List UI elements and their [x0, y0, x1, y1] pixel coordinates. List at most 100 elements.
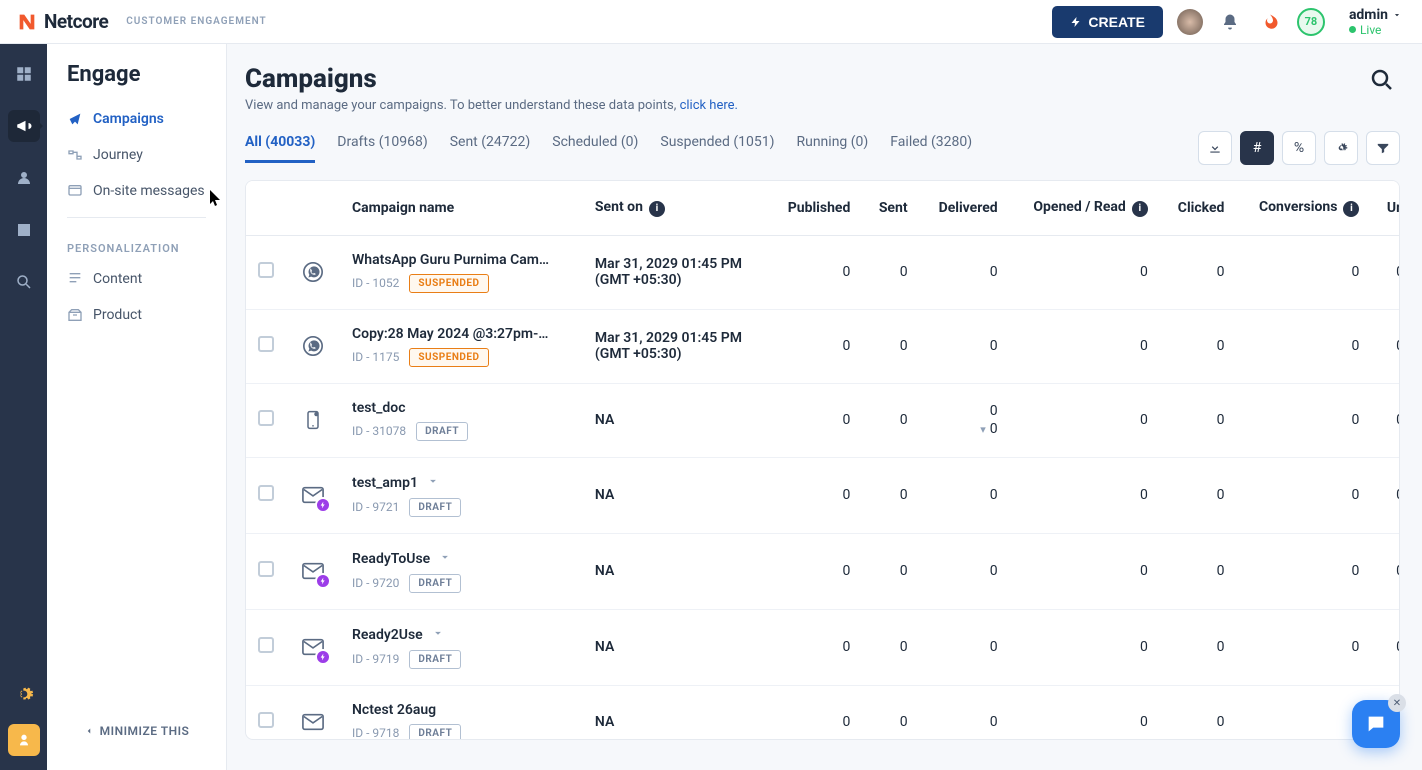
sidebar-title: Engage: [47, 62, 226, 101]
chat-close-button[interactable]: ✕: [1388, 694, 1406, 712]
table-row[interactable]: test_amp1 ID - 9721 DRAFT NA 0 0 0 0 0 0…: [246, 457, 1400, 533]
admin-name: admin: [1349, 7, 1388, 23]
cell-sent-on: Mar 31, 2029 01:45 PM(GMT +05:30): [583, 309, 769, 383]
col-opened[interactable]: Opened / Readi: [1010, 181, 1160, 235]
tab-3[interactable]: Scheduled (0): [552, 134, 638, 163]
cell-delivered: 0: [920, 309, 1010, 383]
campaign-id: ID - 9718: [352, 726, 399, 740]
table-header-row: Campaign name Sent oni Published Sent De…: [246, 181, 1400, 235]
person-icon: [16, 732, 32, 748]
chat-icon: [1365, 713, 1387, 735]
cell-un: 0: [1371, 309, 1400, 383]
cell-published: 0: [768, 457, 862, 533]
fire-button[interactable]: [1257, 9, 1283, 35]
admin-menu[interactable]: admin Live: [1349, 7, 1402, 37]
click-here-link[interactable]: click here.: [680, 98, 738, 113]
gear-icon: [1334, 141, 1348, 155]
rail-help[interactable]: [8, 724, 40, 756]
campaign-id: ID - 9720: [352, 576, 399, 590]
tab-1[interactable]: Drafts (10968): [337, 134, 427, 163]
table-row[interactable]: test_doc ID - 31078 DRAFT NA 0 0 0▾0 0 0…: [246, 383, 1400, 457]
cell-published: 0: [768, 609, 862, 685]
campaign-id: ID - 31078: [352, 424, 406, 438]
chevron-down-icon[interactable]: [426, 474, 440, 492]
chat-widget[interactable]: ✕: [1352, 700, 1400, 748]
col-sent-on[interactable]: Sent oni: [583, 181, 769, 235]
funnel-icon: ▾: [980, 423, 986, 436]
chevron-down-icon[interactable]: [438, 550, 452, 568]
sidebar-item-campaigns[interactable]: Campaigns: [47, 101, 226, 137]
sidebar-item-product[interactable]: Product: [47, 297, 226, 333]
tab-5[interactable]: Running (0): [796, 134, 868, 163]
tab-2[interactable]: Sent (24722): [450, 134, 531, 163]
table-row[interactable]: Copy:28 May 2024 @3:27pm-… ID - 1175 SUS…: [246, 309, 1400, 383]
bell-icon: [1221, 13, 1239, 31]
hash-toggle[interactable]: #: [1240, 131, 1274, 165]
rail-reports[interactable]: [8, 214, 40, 246]
col-clicked[interactable]: Clicked: [1160, 181, 1237, 235]
percent-toggle[interactable]: %: [1282, 131, 1316, 165]
cell-opened: 0: [1010, 533, 1160, 609]
rail-engage[interactable]: [8, 110, 40, 142]
table-row[interactable]: WhatsApp Guru Purnima Camp… ID - 1052 SU…: [246, 235, 1400, 309]
cell-clicked: 0: [1160, 383, 1237, 457]
table-row[interactable]: Ready2Use ID - 9719 DRAFT NA 0 0 0 0 0 0…: [246, 609, 1400, 685]
search-button[interactable]: [1364, 62, 1400, 98]
row-checkbox[interactable]: [258, 561, 274, 577]
cell-sent: 0: [862, 609, 919, 685]
row-checkbox[interactable]: [258, 336, 274, 352]
download-button[interactable]: [1198, 131, 1232, 165]
download-icon: [1208, 141, 1222, 155]
rail-settings[interactable]: [8, 678, 40, 710]
tab-6[interactable]: Failed (3280): [890, 134, 972, 163]
rail-dashboard[interactable]: [8, 58, 40, 90]
sidebar-item-content[interactable]: Content: [47, 261, 226, 297]
tabs-row: All (40033) Drafts (10968) Sent (24722) Sch…: [245, 131, 1400, 166]
status-badge: DRAFT: [409, 498, 461, 517]
megaphone-icon: [15, 117, 33, 135]
settings-button[interactable]: [1324, 131, 1358, 165]
tab-0[interactable]: All (40033): [245, 134, 315, 163]
rail-search[interactable]: [8, 266, 40, 298]
page-title: Campaigns: [245, 64, 1400, 94]
row-checkbox[interactable]: [258, 262, 274, 278]
sidebar-item-journey[interactable]: Journey: [47, 137, 226, 173]
col-campaign-name[interactable]: Campaign name: [340, 181, 583, 235]
logo[interactable]: Netcore: [16, 10, 108, 33]
sidebar-item-onsite[interactable]: On-site messages: [47, 173, 226, 209]
filter-button[interactable]: [1366, 131, 1400, 165]
col-sent[interactable]: Sent: [862, 181, 919, 235]
report-icon: [15, 221, 33, 239]
create-button[interactable]: CREATE: [1052, 6, 1163, 38]
cell-delivered: 0: [920, 457, 1010, 533]
table-row[interactable]: ReadyToUse ID - 9720 DRAFT NA 0 0 0 0 0 …: [246, 533, 1400, 609]
row-checkbox[interactable]: [258, 485, 274, 501]
score-badge[interactable]: 78: [1297, 8, 1325, 36]
chevron-left-icon: [84, 726, 94, 736]
cell-delivered: 0: [920, 235, 1010, 309]
row-checkbox[interactable]: [258, 410, 274, 426]
col-published[interactable]: Published: [768, 181, 862, 235]
col-conversions[interactable]: Conversionsi: [1236, 181, 1371, 235]
row-checkbox[interactable]: [258, 712, 274, 728]
col-un[interactable]: Un: [1371, 181, 1400, 235]
col-delivered[interactable]: Delivered: [920, 181, 1010, 235]
cell-sent: 0: [862, 457, 919, 533]
cell-un: 0: [1371, 383, 1400, 457]
rail-audience[interactable]: [8, 162, 40, 194]
cell-clicked: 0: [1160, 457, 1237, 533]
user-avatar-small[interactable]: [1177, 9, 1203, 35]
cell-conversions: 0: [1236, 383, 1371, 457]
personalization-label: PERSONALIZATION: [47, 226, 226, 261]
lightning-icon: [1070, 15, 1082, 29]
row-checkbox[interactable]: [258, 637, 274, 653]
campaign-name: Ready2Use: [352, 627, 423, 643]
minimize-button[interactable]: MINIMIZE THIS: [47, 710, 226, 752]
chevron-down-icon[interactable]: [431, 626, 445, 644]
notifications-button[interactable]: [1217, 9, 1243, 35]
users-icon: [15, 169, 33, 187]
campaign-icon: [67, 111, 83, 127]
table-row[interactable]: Nctest 26aug ID - 9718 DRAFT NA 0 0 0 0 …: [246, 685, 1400, 740]
tab-4[interactable]: Suspended (1051): [660, 134, 774, 163]
cell-delivered: 0▾0: [920, 383, 1010, 457]
